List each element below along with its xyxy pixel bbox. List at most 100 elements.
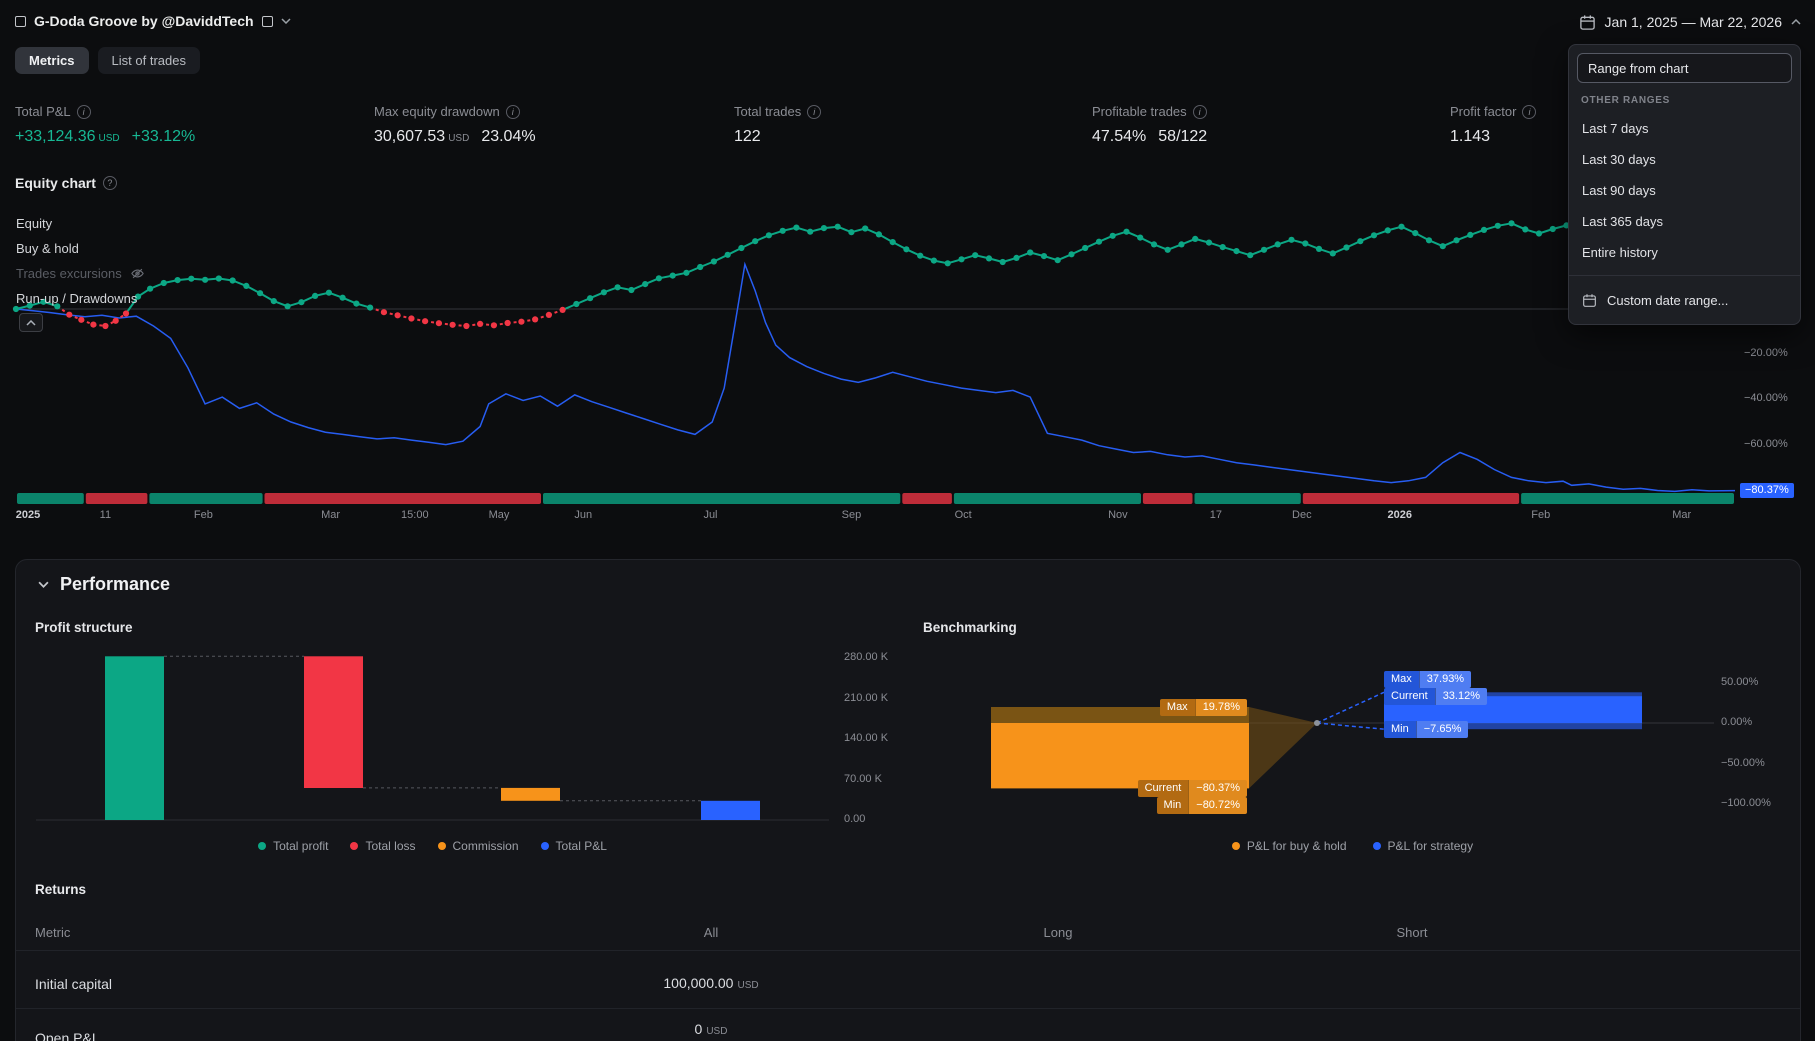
info-icon[interactable] xyxy=(807,104,822,119)
help-icon[interactable] xyxy=(102,176,117,190)
benchmark-y-tick: 0.00% xyxy=(1721,716,1753,728)
metric-label: Profitable trades xyxy=(1092,104,1207,119)
returns-row-value: 100,000.00 USD xyxy=(663,975,758,991)
metric-main-value: 47.54% xyxy=(1092,128,1147,145)
equity-x-tick: Jun xyxy=(574,509,593,521)
metric-label-text: Total P&L xyxy=(15,104,71,119)
collapse-legend-button[interactable] xyxy=(19,313,43,332)
equity-x-tick: Dec xyxy=(1292,509,1312,521)
date-range-menu: Range from chart OTHER RANGES Last 7 day… xyxy=(1568,44,1801,325)
metric-label: Profit factor xyxy=(1450,104,1537,119)
info-icon[interactable] xyxy=(76,104,91,119)
legend-label: Total profit xyxy=(273,839,329,853)
strategy-min-badge: Min −7.65% xyxy=(1384,721,1469,739)
menu-item-last-7-days[interactable]: Last 7 days xyxy=(1575,113,1794,144)
performance-section-header[interactable]: Performance xyxy=(38,574,170,595)
divider xyxy=(16,950,1800,951)
metric-profit-factor: Profit factor 1.143 xyxy=(1450,104,1537,146)
equity-chart-title: Equity chart xyxy=(15,175,96,191)
menu-item-range-from-chart[interactable]: Range from chart xyxy=(1577,53,1792,83)
strategy-tester-page: G-Doda Groove by @DaviddTech Jan 1, 2025… xyxy=(0,0,1815,1041)
menu-item-last-30-days[interactable]: Last 30 days xyxy=(1575,144,1794,175)
badge-value: 33.12% xyxy=(1434,688,1487,706)
benchmark-y-tick: 50.00% xyxy=(1721,675,1759,688)
tab-list-of-trades[interactable]: List of trades xyxy=(97,47,200,74)
metric-label-text: Profit factor xyxy=(1450,104,1517,119)
badge-label: Current xyxy=(1384,688,1435,706)
metric-label-text: Total trades xyxy=(734,104,802,119)
equity-chart[interactable] xyxy=(0,205,1815,515)
strategy-title-bar: G-Doda Groove by @DaviddTech xyxy=(15,9,291,33)
menu-item-custom-date-range[interactable]: Custom date range... xyxy=(1575,282,1794,318)
performance-title: Performance xyxy=(60,574,171,594)
equity-chart-header: Equity chart xyxy=(15,175,117,191)
waterfall-y-tick: 140.00 K xyxy=(844,732,889,744)
legend-item-buy-hold[interactable]: Buy & hold xyxy=(16,236,145,261)
legend-item-trades-excursions[interactable]: Trades excursions xyxy=(16,261,145,286)
badge-label: Min xyxy=(1384,721,1416,739)
metric-profitable-trades: Profitable trades 47.54% 58/122 xyxy=(1092,104,1207,146)
equity-x-tick: Oct xyxy=(954,509,972,521)
info-icon[interactable] xyxy=(1192,104,1207,119)
returns-row-value: 0 USD xyxy=(695,1021,728,1037)
view-tabs: Metrics List of trades xyxy=(15,47,200,74)
date-range-control[interactable]: Jan 1, 2025 — Mar 22, 2026 xyxy=(1579,10,1801,34)
equity-x-tick: 15:00 xyxy=(401,509,429,521)
chevron-down-icon[interactable] xyxy=(281,18,291,24)
metric-value: 47.54% 58/122 xyxy=(1092,128,1207,146)
menu-options: Last 7 days Last 30 days Last 90 days Last … xyxy=(1569,113,1800,268)
menu-item-last-365-days[interactable]: Last 365 days xyxy=(1575,206,1794,237)
chevron-up-icon xyxy=(26,319,36,326)
buyhold-max-badge: Max 19.78% xyxy=(1159,698,1247,716)
legend-label: Total loss xyxy=(365,839,416,853)
metric-total-trades: Total trades 122 xyxy=(734,104,822,146)
equity-x-tick: 11 xyxy=(99,509,112,521)
tab-metrics[interactable]: Metrics xyxy=(15,47,89,74)
legend-label: P&L for buy & hold xyxy=(1246,839,1347,853)
metric-max-drawdown: Max equity drawdown 30,607.53 USD 23.04% xyxy=(374,104,536,146)
waterfall-y-tick: 280.00 K xyxy=(844,651,889,663)
metric-extra-value: 58/122 xyxy=(1158,128,1208,145)
returns-col-all: All xyxy=(703,925,719,940)
legend-total-loss: Total loss xyxy=(350,839,416,853)
profit-structure-legend: Total profit Total loss Commission Total P&… xyxy=(36,839,829,853)
returns-section-title: Returns xyxy=(35,882,87,897)
strategy-max-badge: Max 37.93% xyxy=(1384,671,1472,689)
blue-dot xyxy=(540,842,549,850)
metric-extra-value: +33.12% xyxy=(131,128,196,145)
equity-x-tick: Mar xyxy=(321,509,341,521)
info-icon[interactable] xyxy=(1522,104,1537,119)
badge-value: −80.72% xyxy=(1188,797,1247,815)
metric-value: +33,124.36 USD +33.12% xyxy=(15,128,195,146)
legend-item-equity[interactable]: Equity xyxy=(16,211,145,236)
calendar-icon xyxy=(1579,14,1595,30)
benchmark-y-tick: −50.00% xyxy=(1721,756,1765,769)
benchmarking-title: Benchmarking xyxy=(923,620,1017,635)
menu-divider xyxy=(1569,275,1800,276)
equity-y-tick: −40.00% xyxy=(1744,392,1788,405)
orange-dot xyxy=(437,842,446,850)
legend-label: Commission xyxy=(452,839,519,853)
benchmarking-legend: P&L for buy & hold P&L for strategy xyxy=(991,839,1714,853)
legend-item-run-up-drawdowns[interactable]: Run-up / Drawdowns xyxy=(16,286,145,311)
legend-p-l-for-buy-hold: P&L for buy & hold xyxy=(1231,839,1347,853)
waterfall-y-tick: 210.00 K xyxy=(844,691,889,704)
chevron-down-icon xyxy=(38,581,49,588)
menu-section-label: OTHER RANGES xyxy=(1581,95,1670,106)
menu-item-entire-history[interactable]: Entire history xyxy=(1575,237,1794,268)
metric-currency: USD xyxy=(98,133,120,144)
menu-item-last-90-days[interactable]: Last 90 days xyxy=(1575,175,1794,206)
metric-value: 1.143 xyxy=(1450,128,1536,146)
eye-off-icon xyxy=(130,268,144,279)
waterfall-y-tick: 70.00 K xyxy=(844,772,882,785)
legend-label: Trades excursions xyxy=(16,266,122,281)
missing-glyph-icon xyxy=(15,15,26,27)
equity-x-tick: Feb xyxy=(1531,509,1551,521)
badge-label: Min xyxy=(1156,797,1189,815)
info-icon[interactable] xyxy=(505,104,520,119)
equity-x-tick: Jul xyxy=(703,509,718,521)
menu-item-label: Custom date range... xyxy=(1607,292,1729,308)
equity-x-tick: 2025 xyxy=(15,509,41,521)
performance-charts[interactable] xyxy=(16,560,1802,880)
legend-label: P&L for strategy xyxy=(1387,839,1474,853)
